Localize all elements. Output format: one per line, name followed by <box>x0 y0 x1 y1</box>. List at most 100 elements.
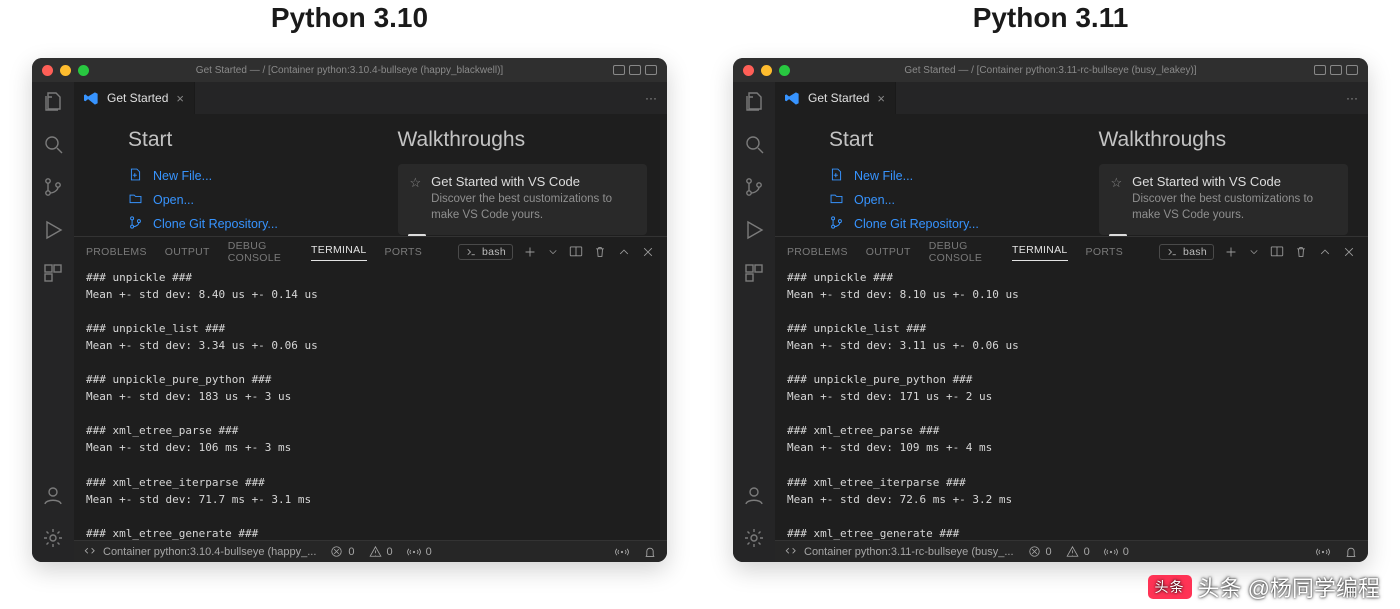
close-window-icon[interactable] <box>42 65 53 76</box>
walkthroughs-heading: Walkthroughs <box>398 128 648 152</box>
terminal-output[interactable]: ### unpickle ### Mean +- std dev: 8.40 u… <box>74 267 667 540</box>
walkthrough-card[interactable]: ☆ Get Started with VS Code Discover the … <box>398 164 648 235</box>
new-file-icon <box>128 167 143 185</box>
terminal-output[interactable]: ### unpickle ### Mean +- std dev: 8.10 u… <box>775 267 1368 540</box>
layout-bottom-icon[interactable] <box>629 65 641 75</box>
terminal-shell-chip[interactable]: bash <box>458 244 513 260</box>
status-notifications[interactable] <box>643 545 657 559</box>
panel-tab-debug-console[interactable]: DEBUG CONSOLE <box>228 240 293 264</box>
status-ports[interactable]: 0 <box>407 545 432 559</box>
error-count: 0 <box>348 546 354 558</box>
settings-gear-icon[interactable] <box>743 527 765 552</box>
layout-right-icon[interactable] <box>645 65 657 75</box>
status-errors[interactable]: 0 <box>1028 545 1052 558</box>
tab-get-started[interactable]: Get Started × <box>775 82 896 114</box>
panel-close-icon[interactable] <box>641 245 655 259</box>
new-terminal-icon[interactable] <box>523 245 537 259</box>
fullscreen-window-icon[interactable] <box>779 65 790 76</box>
explorer-icon[interactable] <box>743 90 765 115</box>
terminal-dropdown-icon[interactable] <box>547 246 559 258</box>
folder-icon <box>829 191 844 209</box>
branch-icon <box>128 215 143 233</box>
titlebar[interactable]: Get Started — / [Container python:3.11-r… <box>733 58 1368 82</box>
run-debug-icon[interactable] <box>743 219 765 244</box>
walkthrough-desc: Discover the best customizations to make… <box>431 192 635 223</box>
split-terminal-icon[interactable] <box>569 245 583 259</box>
tab-get-started[interactable]: Get Started × <box>74 82 195 114</box>
panel-tab-output[interactable]: OUTPUT <box>165 246 210 258</box>
new-file-link[interactable]: New File... <box>128 164 378 188</box>
status-feedback[interactable] <box>1316 545 1330 559</box>
toutiao-badge-icon: 头条 <box>1148 575 1192 599</box>
accounts-icon[interactable] <box>743 484 765 509</box>
activity-bar <box>32 82 74 562</box>
kill-terminal-icon[interactable] <box>1294 245 1308 259</box>
search-icon[interactable] <box>743 133 765 158</box>
panel-tab-problems[interactable]: PROBLEMS <box>787 246 848 258</box>
explorer-icon[interactable] <box>42 90 64 115</box>
link-label: Clone Git Repository... <box>153 217 278 231</box>
radio-icon <box>407 545 421 559</box>
status-feedback[interactable] <box>615 545 629 559</box>
panel-tab-output[interactable]: OUTPUT <box>866 246 911 258</box>
run-debug-icon[interactable] <box>42 219 64 244</box>
error-count: 0 <box>1046 546 1052 558</box>
vscode-window: Get Started — / [Container python:3.11-r… <box>733 58 1368 562</box>
activity-bar <box>733 82 775 562</box>
panel-collapse-icon[interactable] <box>1318 245 1332 259</box>
more-actions-icon[interactable]: ··· <box>645 91 657 105</box>
extensions-icon[interactable] <box>743 262 765 287</box>
walkthrough-title: Get Started with VS Code <box>431 174 635 189</box>
more-actions-icon[interactable]: ··· <box>1346 91 1358 105</box>
minimize-window-icon[interactable] <box>60 65 71 76</box>
titlebar[interactable]: Get Started — / [Container python:3.10.4… <box>32 58 667 82</box>
source-control-icon[interactable] <box>743 176 765 201</box>
panel-close-icon[interactable] <box>1342 245 1356 259</box>
panel-tab-problems[interactable]: PROBLEMS <box>86 246 147 258</box>
open-link[interactable]: Open... <box>128 188 378 212</box>
source-control-icon[interactable] <box>42 176 64 201</box>
close-tab-icon[interactable]: × <box>176 91 184 106</box>
clone-repo-link[interactable]: Clone Git Repository... <box>829 212 1079 236</box>
close-tab-icon[interactable]: × <box>877 91 885 106</box>
walkthrough-card[interactable]: ☆ Get Started with VS Code Discover the … <box>1099 164 1349 235</box>
clone-repo-link[interactable]: Clone Git Repository... <box>128 212 378 236</box>
settings-gear-icon[interactable] <box>42 527 64 552</box>
layout-bottom-icon[interactable] <box>1330 65 1342 75</box>
layout-right-icon[interactable] <box>1346 65 1358 75</box>
terminal-dropdown-icon[interactable] <box>1248 246 1260 258</box>
window-title: Get Started — / [Container python:3.11-r… <box>733 65 1368 76</box>
search-icon[interactable] <box>42 133 64 158</box>
panel-tab-ports[interactable]: PORTS <box>1086 246 1123 258</box>
progress-indicator <box>1109 234 1127 236</box>
status-errors[interactable]: 0 <box>330 545 354 558</box>
kill-terminal-icon[interactable] <box>593 245 607 259</box>
terminal-shell-chip[interactable]: bash <box>1159 244 1214 260</box>
fullscreen-window-icon[interactable] <box>78 65 89 76</box>
status-warnings[interactable]: 0 <box>1066 545 1090 558</box>
new-file-link[interactable]: New File... <box>829 164 1079 188</box>
panel-collapse-icon[interactable] <box>617 245 631 259</box>
remote-indicator[interactable]: Container python:3.11-rc-bullseye (busy_… <box>785 545 1014 559</box>
panel-tab-ports[interactable]: PORTS <box>385 246 422 258</box>
layout-left-icon[interactable] <box>1314 65 1326 75</box>
folder-icon <box>128 191 143 209</box>
accounts-icon[interactable] <box>42 484 64 509</box>
close-window-icon[interactable] <box>743 65 754 76</box>
open-link[interactable]: Open... <box>829 188 1079 212</box>
remote-indicator[interactable]: Container python:3.10.4-bullseye (happy_… <box>84 545 316 559</box>
status-warnings[interactable]: 0 <box>369 545 393 558</box>
watermark: 头条 头条 @杨同学编程 <box>1148 571 1380 603</box>
status-notifications[interactable] <box>1344 545 1358 559</box>
layout-left-icon[interactable] <box>613 65 625 75</box>
panel-tab-terminal[interactable]: TERMINAL <box>311 244 367 261</box>
new-terminal-icon[interactable] <box>1224 245 1238 259</box>
remote-icon <box>84 545 98 559</box>
panel-tab-debug-console[interactable]: DEBUG CONSOLE <box>929 240 994 264</box>
status-ports[interactable]: 0 <box>1104 545 1129 559</box>
panel-tab-terminal[interactable]: TERMINAL <box>1012 244 1068 261</box>
shell-icon <box>465 246 477 258</box>
minimize-window-icon[interactable] <box>761 65 772 76</box>
extensions-icon[interactable] <box>42 262 64 287</box>
split-terminal-icon[interactable] <box>1270 245 1284 259</box>
